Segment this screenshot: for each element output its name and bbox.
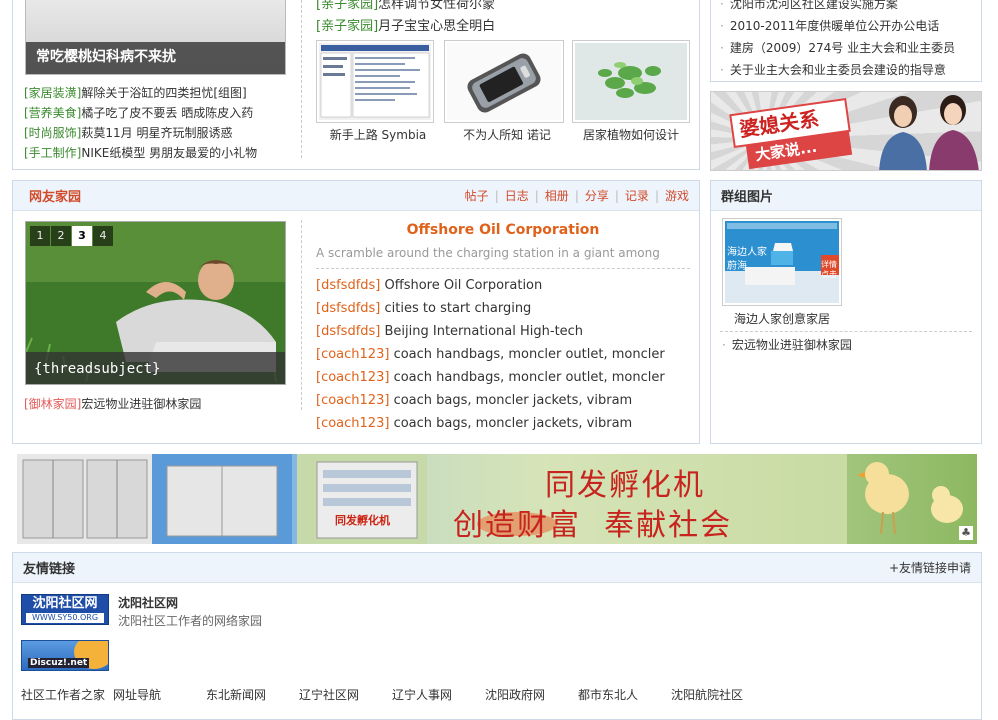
thumb-caption[interactable]: 新手上路 Symbia bbox=[316, 126, 440, 143]
text-link[interactable]: 东北新闻网 bbox=[206, 686, 299, 703]
sy50-logo-sub: WWW.SY50.ORG bbox=[26, 613, 104, 623]
incubator-banner[interactable]: 同发孵化机 同发孵化机 创造财富 奉献社会 ♣ bbox=[17, 454, 977, 544]
text-link[interactable]: 都市东北人 bbox=[578, 686, 671, 703]
thumb-text-b: 蔚海 bbox=[727, 261, 747, 272]
list-item[interactable]: 2010-2011年度供暖单位公开办公电话 bbox=[720, 15, 978, 37]
left-article-list: [家居装潢]解除关于浴缸的四类担忧[组图] [营养美食]橘子吃了皮不要丢 晒成陈… bbox=[24, 83, 294, 163]
paw-icon[interactable]: ♣ bbox=[959, 526, 973, 540]
list-item[interactable]: 关于业主大会和业主委员会建设的指导意 bbox=[720, 59, 978, 81]
list-item[interactable]: [coach123] coach handbags, moncler outle… bbox=[316, 343, 696, 366]
ad-people-illustration bbox=[879, 95, 979, 170]
list-item[interactable]: 建房（2009）274号 业主大会和业主委员 bbox=[720, 37, 978, 59]
banner-title: 同发孵化机 bbox=[545, 468, 705, 503]
list-item[interactable]: [dsfsdfds] Offshore Oil Corporation bbox=[316, 274, 696, 297]
thumb-nokia[interactable] bbox=[444, 40, 564, 123]
thumb-caption[interactable]: 居家植物如何设计 bbox=[572, 126, 690, 143]
thumb-text-d: 点击 bbox=[821, 270, 837, 279]
thumb-text-a: 海边人家 bbox=[727, 247, 767, 258]
links-title: 友情链接 bbox=[23, 562, 76, 577]
list-item[interactable]: [手工制作]NIKE纸模型 男朋友最爱的小礼物 bbox=[24, 143, 294, 163]
thumb-symbian[interactable] bbox=[316, 40, 434, 123]
group-thumb[interactable]: 海边人家 蔚海 详情 点击 bbox=[722, 218, 842, 306]
sy50-logo[interactable]: 沈阳社区网 WWW.SY50.ORG bbox=[21, 594, 109, 625]
list-item[interactable]: [dsfsdfds] Beijing International High-te… bbox=[316, 320, 696, 343]
mid-article-list: [亲子家园]怎样调节女性荷尔蒙 [亲子家园]月子宝宝心思全明白 bbox=[316, 0, 696, 38]
list-item[interactable]: [亲子家园]怎样调节女性荷尔蒙 bbox=[316, 0, 696, 16]
list-item[interactable]: [时尚服饰]萩莫11月 明星齐玩制服诱惑 bbox=[24, 123, 294, 143]
headline[interactable]: Offshore Oil Corporation bbox=[316, 222, 690, 238]
text-link[interactable]: 网址导航 bbox=[113, 686, 206, 703]
slider-page-1[interactable]: 1 bbox=[30, 226, 50, 246]
nav-share[interactable]: 分享 bbox=[585, 189, 609, 203]
list-item[interactable]: 宏远物业进驻御林家园 bbox=[722, 335, 972, 355]
discuz-logo[interactable]: Discuz!.net bbox=[21, 640, 109, 671]
community-nav: 帖子 | 日志 | 相册 | 分享 | 记录 | 游戏 bbox=[464, 189, 689, 203]
group-divider bbox=[720, 331, 972, 332]
feature-image[interactable]: 常吃樱桃妇科病不来扰 bbox=[25, 0, 286, 75]
text-link[interactable]: 辽宁社区网 bbox=[299, 686, 392, 703]
screenshot-thumbnail bbox=[319, 43, 431, 120]
list-item[interactable]: 沈阳市沈河区社区建设实施方案 bbox=[720, 0, 978, 15]
text-link[interactable]: 沈阳政府网 bbox=[485, 686, 578, 703]
list-item[interactable]: [亲子家园]月子宝宝心思全明白 bbox=[316, 16, 696, 38]
banner-machine-label: 同发孵化机 bbox=[335, 514, 390, 527]
discuz-logo-text: Discuz!.net bbox=[28, 658, 90, 668]
list-item[interactable]: [御林家园]宏远物业进驻御林家园 bbox=[24, 394, 294, 414]
column-divider bbox=[301, 220, 302, 410]
slider-page-3-active[interactable]: 3 bbox=[72, 226, 92, 246]
list-item[interactable]: [dsfsdfds] cities to start charging bbox=[316, 297, 696, 320]
group-list: 宏远物业进驻御林家园 bbox=[722, 335, 972, 355]
thumb-plant[interactable] bbox=[572, 40, 690, 123]
group-header: 群组图片 bbox=[711, 181, 981, 211]
under-slider-link: [御林家园]宏远物业进驻御林家园 bbox=[24, 394, 294, 414]
phone-thumbnail bbox=[447, 43, 561, 120]
text-link[interactable]: 社区工作者之家 bbox=[21, 686, 113, 703]
slider-page-2[interactable]: 2 bbox=[51, 226, 71, 246]
slider-page-4[interactable]: 4 bbox=[93, 226, 113, 246]
banner-slogan: 创造财富 奉献社会 bbox=[453, 508, 733, 543]
notice-list: 沈阳市沈河区社区建设实施方案 2010-2011年度供暖单位公开办公电话 建房（… bbox=[720, 0, 978, 81]
group-thumb-caption[interactable]: 海边人家创意家居 bbox=[722, 310, 842, 327]
group-title[interactable]: 群组图片 bbox=[721, 186, 773, 205]
list-item[interactable]: [coach123] coach handbags, moncler outle… bbox=[316, 366, 696, 389]
text-links-row: 社区工作者之家 网址导航 东北新闻网 辽宁社区网 辽宁人事网 沈阳政府网 都市东… bbox=[21, 686, 971, 703]
featured-link-desc: 沈阳社区工作者的网络家园 bbox=[118, 614, 263, 628]
text-link[interactable]: 辽宁人事网 bbox=[392, 686, 485, 703]
apply-link-button[interactable]: +友情链接申请 bbox=[889, 559, 971, 576]
nav-games[interactable]: 游戏 bbox=[665, 189, 689, 203]
list-item[interactable]: [家居装潢]解除关于浴缸的四类担忧[组图] bbox=[24, 83, 294, 103]
post-list: [dsfsdfds] Offshore Oil Corporation [dsf… bbox=[316, 274, 696, 435]
list-item[interactable]: [coach123] coach bags, moncler jackets, … bbox=[316, 412, 696, 435]
list-item[interactable]: [营养美食]橘子吃了皮不要丢 晒成陈皮入药 bbox=[24, 103, 294, 123]
ad-banner-mother-in-law[interactable]: 婆媳关系 大家说... bbox=[710, 91, 982, 171]
column-divider bbox=[301, 0, 302, 158]
slider-caption[interactable]: {threadsubject} bbox=[34, 361, 160, 377]
thumb-caption[interactable]: 不为人所知 诺记 bbox=[444, 126, 570, 143]
nav-album[interactable]: 相册 bbox=[545, 189, 569, 203]
nav-threads[interactable]: 帖子 bbox=[465, 189, 489, 203]
subline: A scramble around the charging station i… bbox=[316, 246, 660, 260]
list-item[interactable]: [coach123] coach bags, moncler jackets, … bbox=[316, 389, 696, 412]
nav-blog[interactable]: 日志 bbox=[505, 189, 529, 203]
featured-link-name[interactable]: 沈阳社区网 bbox=[118, 594, 178, 611]
plant-thumbnail bbox=[575, 43, 687, 120]
slider-pager: 1 2 3 4 bbox=[30, 226, 113, 246]
image-slider[interactable]: 1 2 3 4 {threadsubject} bbox=[25, 221, 286, 385]
headline-divider bbox=[316, 268, 690, 269]
community-header: 网友家园 帖子 | 日志 | 相册 | 分享 | 记录 | 游戏 bbox=[13, 181, 699, 211]
community-title[interactable]: 网友家园 bbox=[23, 186, 81, 205]
feature-caption[interactable]: 常吃樱桃妇科病不来扰 bbox=[36, 46, 176, 66]
text-link[interactable]: 沈阳航院社区 bbox=[671, 686, 764, 703]
links-header: 友情链接 +友情链接申请 bbox=[13, 553, 981, 583]
sy50-logo-text: 沈阳社区网 bbox=[32, 596, 98, 611]
nav-record[interactable]: 记录 bbox=[625, 189, 649, 203]
